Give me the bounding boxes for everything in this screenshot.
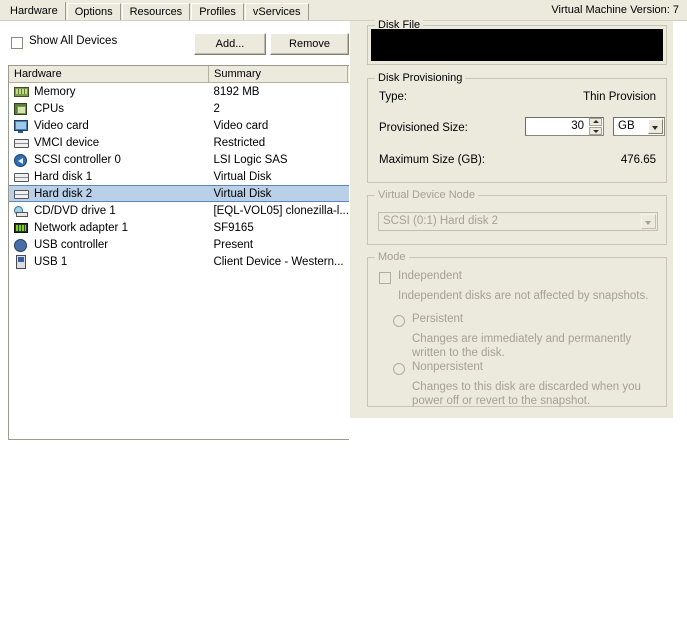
hardware-device-summary: [EQL-VOL05] clonezilla-l... <box>213 204 349 217</box>
tab-hardware[interactable]: Hardware <box>2 2 66 21</box>
independent-label[interactable]: Independent <box>398 270 462 282</box>
chevron-down-icon[interactable] <box>641 214 656 229</box>
provisioned-size-label: Provisioned Size: <box>379 122 468 134</box>
disk-file-redaction <box>371 29 663 61</box>
hardware-list-header: Hardware Summary <box>9 66 349 83</box>
tab-profiles[interactable]: Profiles <box>191 3 244 21</box>
show-all-devices-label[interactable]: Show All Devices <box>29 35 117 47</box>
table-row[interactable]: Memory 8192 MB <box>9 83 349 100</box>
hard-disk-icon <box>12 169 34 185</box>
hardware-device-summary: Present <box>213 238 254 251</box>
hard-disk-icon <box>12 186 34 202</box>
hardware-list[interactable]: Hardware Summary Memory 8192 MB CPUs 2 V… <box>8 65 349 440</box>
hardware-device-summary: LSI Logic SAS <box>213 153 288 166</box>
stepper-down-icon[interactable] <box>589 127 602 135</box>
table-row[interactable]: USB controller Present <box>9 236 349 253</box>
show-all-devices-checkbox[interactable] <box>11 37 23 49</box>
provisioned-size-stepper[interactable]: 30 <box>525 117 604 136</box>
provisioned-size-unit-select[interactable]: GB <box>613 117 665 136</box>
hardware-device-name: Network adapter 1 <box>34 221 128 234</box>
scsi-controller-icon <box>12 152 34 168</box>
nonpersistent-label[interactable]: Nonpersistent <box>412 361 483 373</box>
cd-dvd-drive-icon <box>12 203 34 219</box>
hardware-device-name: Memory <box>34 85 76 98</box>
video-card-icon <box>12 118 34 134</box>
hardware-device-summary: Client Device - Western... <box>213 255 344 268</box>
tab-list: Hardware Options Resources Profiles vSer… <box>2 2 310 21</box>
hardware-device-name: USB controller <box>34 238 109 251</box>
usb-controller-icon <box>12 237 34 253</box>
disk-provisioning-group: Disk Provisioning Type: Thin Provision P… <box>367 72 667 183</box>
remove-button[interactable]: Remove <box>270 33 349 55</box>
virtual-device-node-select[interactable]: SCSI (0:1) Hard disk 2 <box>378 212 658 231</box>
provisioned-size-value: 30 <box>571 120 584 132</box>
hardware-device-summary: 2 <box>213 102 220 115</box>
device-details-pane: Disk File Disk Provisioning Type: Thin P… <box>350 19 673 418</box>
table-row[interactable]: Video card Video card <box>9 117 349 134</box>
table-row[interactable]: CD/DVD drive 1 [EQL-VOL05] clonezilla-l.… <box>9 202 349 219</box>
column-header-hardware[interactable]: Hardware <box>9 66 209 82</box>
memory-icon <box>12 84 34 100</box>
persistent-description: Changes are immediately and permanently … <box>412 333 632 359</box>
maximum-size-value: 476.65 <box>620 154 656 166</box>
hardware-device-summary: Virtual Disk <box>213 187 272 200</box>
table-row[interactable]: Hard disk 1 Virtual Disk <box>9 168 349 185</box>
persistent-radio[interactable] <box>393 315 405 327</box>
table-row[interactable]: USB 1 Client Device - Western... <box>9 253 349 270</box>
persistent-label[interactable]: Persistent <box>412 313 463 325</box>
add-button[interactable]: Add... <box>194 33 266 55</box>
table-row-selected[interactable]: Hard disk 2 Virtual Disk <box>9 185 349 202</box>
hardware-device-name: SCSI controller 0 <box>34 153 121 166</box>
hardware-device-summary: Virtual Disk <box>213 170 272 183</box>
nonpersistent-description: Changes to this disk are discarded when … <box>412 381 641 407</box>
usb-device-icon <box>12 254 34 270</box>
virtual-device-node-value: SCSI (0:1) Hard disk 2 <box>383 215 499 227</box>
hardware-device-name: Hard disk 2 <box>34 187 93 200</box>
hardware-pane: Show All Devices Add... Remove Hardware … <box>0 21 349 637</box>
maximum-size-label: Maximum Size (GB): <box>379 154 486 166</box>
hardware-device-name: CD/DVD drive 1 <box>34 204 116 217</box>
list-toolbar: Show All Devices Add... Remove <box>0 29 349 57</box>
table-row[interactable]: VMCI device Restricted <box>9 134 349 151</box>
hardware-list-body: Memory 8192 MB CPUs 2 Video card Video c… <box>9 83 349 270</box>
hardware-device-name: VMCI device <box>34 136 100 149</box>
hardware-device-name: USB 1 <box>34 255 68 268</box>
tab-vservices[interactable]: vServices <box>244 3 309 21</box>
virtual-device-node-group: Virtual Device Node SCSI (0:1) Hard disk… <box>367 189 667 245</box>
hardware-device-summary: Restricted <box>213 136 266 149</box>
table-row[interactable]: SCSI controller 0 LSI Logic SAS <box>9 151 349 168</box>
cpu-icon <box>12 101 34 117</box>
hardware-device-name: Video card <box>34 119 89 132</box>
mode-group: Mode Independent Independent disks are n… <box>367 251 667 407</box>
disk-file-group: Disk File <box>367 19 667 65</box>
stepper-up-icon[interactable] <box>589 118 602 126</box>
independent-description: Independent disks are not affected by sn… <box>398 290 649 302</box>
network-adapter-icon <box>12 220 34 236</box>
chevron-down-icon[interactable] <box>648 119 663 134</box>
hardware-device-name: CPUs <box>34 102 65 115</box>
provisioned-size-unit-value: GB <box>618 120 635 132</box>
tab-strip: Hardware Options Resources Profiles vSer… <box>0 0 687 21</box>
virtual-device-node-group-title: Virtual Device Node <box>375 189 479 201</box>
disk-provisioning-group-title: Disk Provisioning <box>375 72 466 84</box>
vm-version-label: Virtual Machine Version: 7 <box>551 4 679 16</box>
tab-resources[interactable]: Resources <box>121 3 191 21</box>
mode-group-title: Mode <box>375 251 409 263</box>
provisioning-type-label: Type: <box>379 91 408 103</box>
table-row[interactable]: Network adapter 1 SF9165 <box>9 219 349 236</box>
tab-options[interactable]: Options <box>66 3 121 21</box>
hardware-device-summary: Video card <box>213 119 269 132</box>
column-header-summary[interactable]: Summary <box>209 66 348 82</box>
hardware-device-name: Hard disk 1 <box>34 170 93 183</box>
hardware-device-summary: SF9165 <box>213 221 254 234</box>
provisioning-type-value: Thin Provision <box>583 91 656 103</box>
nonpersistent-radio[interactable] <box>393 363 405 375</box>
table-row[interactable]: CPUs 2 <box>9 100 349 117</box>
independent-checkbox[interactable] <box>379 272 391 284</box>
hardware-device-summary: 8192 MB <box>213 85 260 98</box>
vmci-device-icon <box>12 135 34 151</box>
